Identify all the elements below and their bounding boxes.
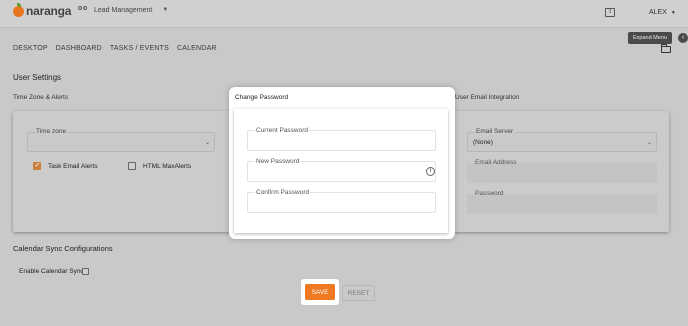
main-nav: DESKTOP DASHBOARD TASKS / EVENTS CALENDA… <box>13 45 217 52</box>
feedback-icon[interactable] <box>605 8 615 17</box>
save-button[interactable]: SAVE <box>305 284 335 300</box>
chevron-down-icon: ▼ <box>162 7 169 13</box>
folder-icon[interactable] <box>661 44 671 53</box>
expand-menu-button[interactable]: ‹ <box>678 33 688 43</box>
email-server-select[interactable]: (None) ⌄ <box>467 132 657 152</box>
save-highlight: SAVE <box>301 279 339 305</box>
page-title: User Settings <box>13 73 62 82</box>
orange-logo-icon <box>13 2 24 17</box>
timezone-select[interactable]: ⌄ <box>27 132 215 152</box>
current-password-label: Current Password <box>255 127 310 134</box>
email-integration-card: (None) ⌄ Email Server Email Address Pass… <box>453 111 669 232</box>
users-icon <box>78 6 88 14</box>
app-switcher[interactable]: Lead Management ▼ <box>78 6 168 14</box>
modal-body: Current Password New Password i Confirm … <box>234 109 448 233</box>
email-address-field[interactable] <box>467 163 657 183</box>
user-menu[interactable]: ALEX ▼ <box>649 9 676 16</box>
nav-item-calendar[interactable]: CALENDAR <box>177 45 217 52</box>
enable-calendar-sync-label: Enable Calendar Sync: <box>19 268 86 275</box>
timezone-label: Time zone <box>35 128 68 135</box>
password-label: Password <box>475 190 504 197</box>
html-max-alerts-checkbox[interactable] <box>128 162 136 170</box>
email-server-value: (None) <box>473 139 493 146</box>
html-max-alerts-label: HTML MaxAlerts <box>143 163 192 170</box>
email-section-title: User Email Integration <box>455 94 520 101</box>
confirm-password-label: Confirm Password <box>255 189 311 196</box>
modal-title: Change Password <box>235 94 289 101</box>
reset-button[interactable]: RESET <box>342 285 375 301</box>
change-password-modal: Change Password Current Password New Pas… <box>229 87 455 239</box>
info-icon[interactable]: i <box>426 167 435 176</box>
timezone-alerts-card: ⌄ Time zone Task Email Alerts HTML MaxAl… <box>13 111 231 232</box>
top-bar: naranga Lead Management ▼ ALEX ▼ <box>0 0 688 28</box>
chevron-down-icon: ⌄ <box>204 140 210 146</box>
new-password-label: New Password <box>255 158 301 165</box>
brand-logo[interactable]: naranga <box>13 2 72 18</box>
nav-item-dashboard[interactable]: DASHBOARD <box>56 45 102 52</box>
calendar-section-title: Calendar Sync Configurations <box>13 244 113 253</box>
task-email-alerts-checkbox[interactable] <box>33 161 41 170</box>
email-address-label: Email Address <box>475 159 517 166</box>
nav-item-tasks-events[interactable]: TASKS / EVENTS <box>110 45 169 52</box>
nav-item-desktop[interactable]: DESKTOP <box>13 45 48 52</box>
chevron-down-icon: ▼ <box>670 9 676 16</box>
timezone-section-title: Time Zone & Alerts <box>13 94 69 101</box>
enable-calendar-sync-checkbox[interactable] <box>82 268 89 275</box>
expand-menu-tooltip: Expand Menu <box>628 32 672 44</box>
task-email-alerts-label: Task Email Alerts <box>48 163 98 170</box>
brand-name: naranga <box>26 4 72 18</box>
chevron-down-icon: ⌄ <box>646 140 652 146</box>
user-name: ALEX <box>649 9 667 16</box>
email-server-label: Email Server <box>475 128 515 135</box>
password-field[interactable] <box>467 194 657 214</box>
app-switcher-label: Lead Management <box>94 6 153 14</box>
